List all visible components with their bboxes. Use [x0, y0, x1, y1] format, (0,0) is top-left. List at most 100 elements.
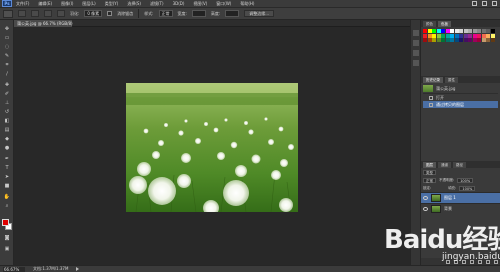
tab-layers[interactable]: 图层 — [423, 162, 436, 168]
color-swatch[interactable] — [441, 38, 445, 42]
color-swatch[interactable] — [490, 29, 495, 33]
character-panel-icon[interactable] — [413, 50, 419, 56]
menu-select[interactable]: 选择(S) — [127, 1, 141, 7]
eyedropper-tool-icon[interactable]: ∕ — [3, 71, 11, 78]
menu-edit[interactable]: 编辑(E) — [38, 1, 52, 7]
color-swatch[interactable] — [472, 29, 477, 33]
tab-properties[interactable]: 属性 — [445, 77, 458, 83]
color-swatch[interactable] — [450, 29, 454, 33]
color-swatch[interactable] — [432, 38, 436, 42]
antialias-checkbox[interactable] — [107, 11, 113, 16]
tab-swatches[interactable]: 色板 — [438, 21, 451, 27]
color-swatch[interactable] — [486, 33, 490, 38]
menu-window[interactable]: 窗口(W) — [216, 1, 231, 7]
lasso-tool-icon[interactable]: ◌ — [3, 44, 11, 51]
color-swatch[interactable] — [481, 33, 486, 38]
height-input[interactable] — [225, 10, 240, 17]
zoom-tool-icon[interactable]: ⌕ — [3, 203, 11, 210]
zoom-level-input[interactable]: 66.67% — [3, 266, 25, 272]
color-swatch[interactable] — [472, 33, 477, 38]
minimize-icon[interactable] — [472, 1, 477, 6]
hand-tool-icon[interactable]: ✋ — [3, 194, 11, 201]
tab-history[interactable]: 历史记录 — [423, 77, 443, 83]
layer-kind-filter[interactable]: 类型 — [423, 169, 436, 175]
link-layers-icon[interactable] — [446, 259, 450, 264]
fill-input[interactable]: 100% — [459, 185, 476, 191]
canvas-area[interactable] — [14, 28, 410, 265]
shape-tool-icon[interactable]: ■ — [3, 183, 11, 190]
menu-file[interactable]: 文件(F) — [16, 1, 29, 7]
new-selection-icon[interactable] — [18, 10, 26, 17]
color-swatch[interactable] — [477, 38, 481, 42]
visibility-eye-icon[interactable] — [423, 207, 428, 211]
color-swatch[interactable] — [477, 33, 481, 38]
color-swatch[interactable] — [468, 38, 472, 42]
color-swatch[interactable] — [459, 29, 463, 33]
color-swatch[interactable] — [441, 29, 445, 33]
pen-tool-icon[interactable]: ✒ — [3, 156, 11, 163]
menu-filter[interactable]: 滤镜(T) — [150, 1, 164, 7]
quick-select-tool-icon[interactable]: ✎ — [3, 53, 11, 60]
color-swatch[interactable] — [436, 38, 441, 42]
history-brush-tool-icon[interactable]: ↺ — [3, 109, 11, 116]
crop-tool-icon[interactable]: ⌗ — [3, 62, 11, 69]
status-menu-arrow-icon[interactable] — [76, 267, 80, 271]
color-swatch[interactable] — [454, 38, 459, 42]
color-swatch[interactable] — [459, 33, 463, 38]
color-swatch[interactable] — [436, 29, 441, 33]
screen-mode-icon[interactable]: ▣ — [3, 246, 11, 253]
foreground-color-swatch[interactable] — [2, 219, 9, 226]
color-swatch[interactable] — [490, 33, 495, 38]
opacity-input[interactable]: 100% — [457, 177, 474, 183]
clone-stamp-tool-icon[interactable]: ⊥ — [3, 100, 11, 107]
color-swatch[interactable] — [459, 38, 463, 42]
quick-mask-icon[interactable]: ◙ — [3, 235, 11, 242]
color-swatch[interactable] — [450, 33, 454, 38]
color-swatch[interactable] — [486, 38, 490, 42]
layer-row-background[interactable]: 背景 — [421, 203, 500, 214]
blur-tool-icon[interactable]: ◆ — [3, 136, 11, 143]
width-input[interactable] — [191, 10, 206, 17]
subtract-selection-icon[interactable] — [44, 10, 52, 17]
style-select[interactable]: 正常 — [158, 10, 173, 17]
paragraph-panel-icon[interactable] — [413, 60, 419, 66]
add-mask-icon[interactable] — [462, 259, 466, 264]
blend-mode-select[interactable]: 正常 — [423, 177, 436, 183]
color-swatch[interactable] — [436, 33, 441, 38]
color-swatch[interactable] — [423, 29, 427, 33]
visibility-eye-icon[interactable] — [423, 196, 428, 200]
menu-image[interactable]: 图像(I) — [61, 1, 73, 7]
history-panel-icon[interactable] — [413, 30, 419, 36]
color-swatch[interactable] — [468, 29, 472, 33]
refine-edge-button[interactable]: 调整边缘... — [244, 10, 275, 17]
color-swatch[interactable] — [490, 38, 495, 42]
color-swatch[interactable] — [486, 29, 490, 33]
swatches-grid[interactable] — [423, 29, 498, 42]
menu-view[interactable]: 视图(V) — [193, 1, 207, 7]
marquee-tool-icon[interactable]: ▭ — [3, 35, 11, 42]
color-swatch[interactable] — [472, 38, 477, 42]
color-swatch[interactable] — [423, 38, 427, 42]
path-select-tool-icon[interactable]: ➤ — [3, 174, 11, 181]
history-item-open[interactable]: 打开 — [423, 94, 498, 101]
tab-paths[interactable]: 路径 — [453, 162, 466, 168]
color-swatch[interactable] — [432, 33, 436, 38]
color-swatch[interactable] — [463, 29, 468, 33]
intersect-selection-icon[interactable] — [57, 10, 65, 17]
color-swatch[interactable] — [432, 29, 436, 33]
move-tool-icon[interactable]: ✥ — [3, 26, 11, 33]
menu-type[interactable]: 类型(Y) — [105, 1, 119, 7]
color-swatch[interactable] — [477, 29, 481, 33]
color-swatch[interactable] — [423, 33, 427, 38]
new-fill-layer-icon[interactable] — [470, 259, 474, 264]
document-tab[interactable]: 蒲公英.jpg @ 66.7% (RGB/8) — [14, 20, 73, 27]
menu-help[interactable]: 帮助(H) — [240, 1, 254, 7]
menu-layer[interactable]: 图层(L) — [82, 1, 95, 7]
brush-tool-icon[interactable]: ✐ — [3, 91, 11, 98]
properties-panel-icon[interactable] — [413, 40, 419, 46]
color-swatch[interactable] — [454, 33, 459, 38]
dandelion-photo[interactable] — [126, 83, 298, 212]
type-tool-icon[interactable]: T — [3, 165, 11, 172]
color-swatch[interactable] — [427, 29, 432, 33]
gradient-tool-icon[interactable]: ▤ — [3, 127, 11, 134]
